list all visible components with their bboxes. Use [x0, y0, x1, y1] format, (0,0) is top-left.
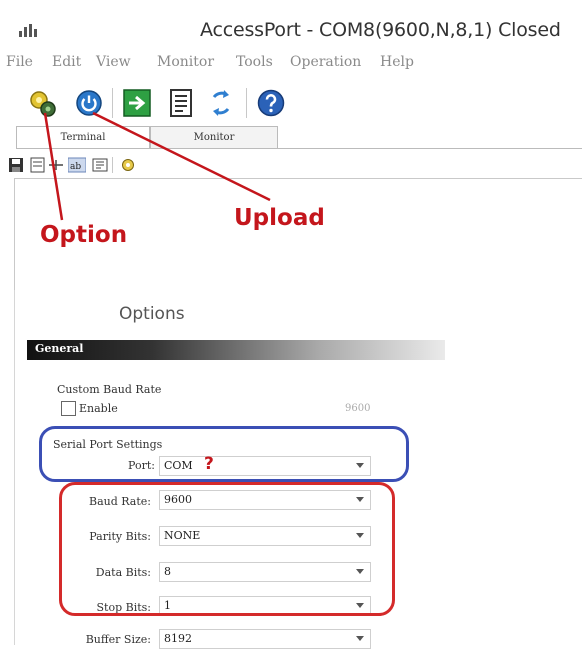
option-annotation: Option [40, 222, 128, 248]
options-dialog: Options General Custom Baud Rate Enable … [14, 290, 445, 649]
upload-icon[interactable] [74, 88, 104, 118]
enable-label: Enable [79, 402, 118, 415]
connect-icon[interactable] [122, 88, 152, 118]
wrap-icon[interactable] [48, 157, 64, 173]
app-icon [19, 24, 37, 37]
menu-operation[interactable]: Operation [290, 54, 361, 70]
custom-baud-label: Custom Baud Rate [57, 383, 162, 396]
hex-mode-icon[interactable] [92, 157, 108, 173]
enable-checkbox[interactable] [61, 401, 76, 416]
help-icon[interactable] [256, 88, 286, 118]
menu-bar: File Edit View Monitor Tools Operation H… [0, 54, 582, 76]
option-icon[interactable] [28, 88, 58, 118]
menu-help[interactable]: Help [380, 54, 414, 70]
menu-view[interactable]: View [96, 54, 131, 70]
settings-gear-icon[interactable] [120, 157, 136, 173]
toolbar [0, 82, 582, 124]
buffer-size-select[interactable]: 8192 [159, 629, 371, 649]
text-mode-icon[interactable]: ab [68, 157, 86, 173]
save-icon[interactable] [8, 157, 24, 173]
menu-edit[interactable]: Edit [52, 54, 81, 70]
clear-icon[interactable] [30, 157, 46, 173]
buffer-size-value: 8192 [164, 632, 192, 645]
general-section-header [27, 340, 445, 360]
custom-baud-value: 9600 [345, 403, 371, 414]
tab-strip: Terminal Monitor [16, 126, 582, 149]
document-icon[interactable] [166, 88, 196, 118]
serial-port-highlight [39, 426, 409, 482]
tab-terminal[interactable]: Terminal [16, 126, 150, 148]
buffer-size-label: Buffer Size: [85, 633, 151, 646]
chevron-down-icon [356, 636, 364, 641]
menu-monitor[interactable]: Monitor [157, 54, 214, 70]
refresh-icon[interactable] [206, 88, 236, 118]
title-bar: AccessPort - COM8(9600,N,8,1) Closed [0, 0, 582, 42]
upload-annotation: Upload [234, 205, 325, 231]
window-title: AccessPort - COM8(9600,N,8,1) Closed [200, 19, 561, 41]
dialog-title: Options [119, 304, 185, 324]
general-section-label: General [35, 342, 84, 355]
serial-params-highlight [59, 482, 395, 616]
svg-text:ab: ab [70, 162, 81, 172]
menu-file[interactable]: File [6, 54, 33, 70]
menu-tools[interactable]: Tools [236, 54, 273, 70]
terminal-toolbar: ab [8, 157, 188, 177]
tab-monitor[interactable]: Monitor [150, 126, 278, 148]
